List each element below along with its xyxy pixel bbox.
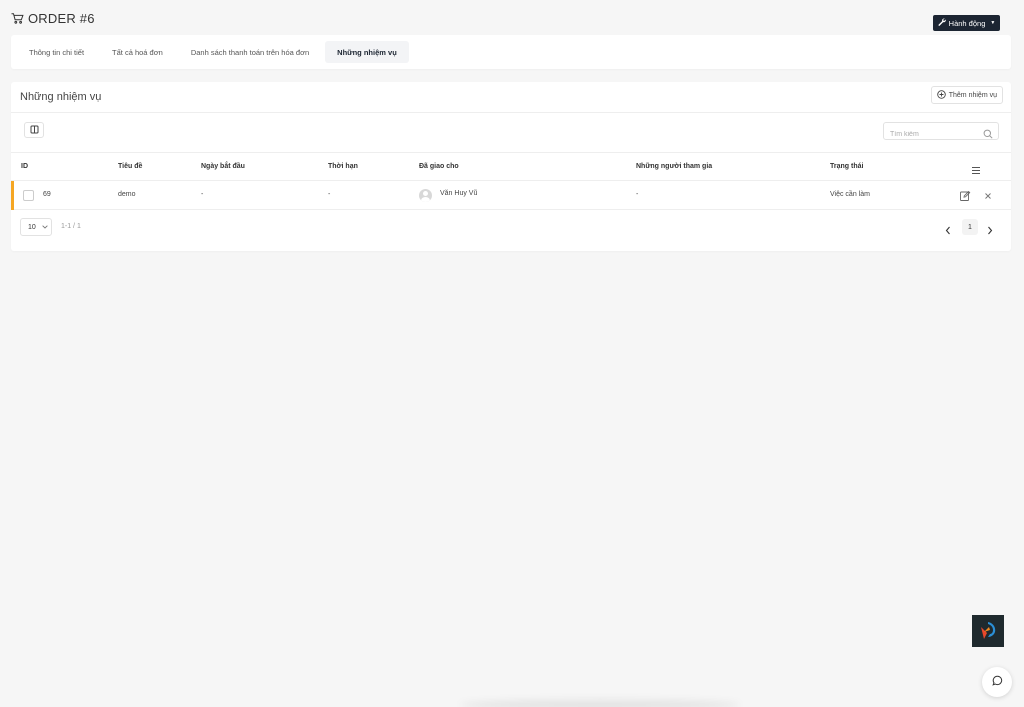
table-row[interactable]: 69 demo - - Văn Huy Vũ - Việc cần làm bbox=[11, 181, 1011, 210]
menu-icon[interactable] bbox=[971, 162, 981, 180]
table-header: ID Tiêu đề Ngày bắt đầu Thời hạn Đã giao… bbox=[11, 153, 1011, 181]
cell-assignee[interactable]: Văn Huy Vũ bbox=[440, 190, 477, 197]
edit-icon[interactable] bbox=[959, 189, 971, 201]
search-box bbox=[883, 122, 999, 143]
cell-title[interactable]: demo bbox=[118, 191, 136, 198]
column-header-id[interactable]: ID bbox=[21, 163, 28, 170]
avatar bbox=[419, 189, 432, 202]
close-icon[interactable] bbox=[982, 189, 994, 201]
column-header-status[interactable]: Trạng thái bbox=[830, 163, 863, 170]
bottom-shadow bbox=[460, 700, 740, 707]
pagination: 10 1-1 / 1 1 bbox=[11, 210, 1011, 248]
tab-tasks[interactable]: Những nhiệm vụ bbox=[325, 41, 409, 63]
page-size-select[interactable]: 10 bbox=[20, 218, 52, 236]
tabs-bar: Thông tin chi tiết Tất cả hoá đơn Danh s… bbox=[11, 35, 1011, 69]
page-info: 1-1 / 1 bbox=[61, 223, 81, 230]
brand-logo bbox=[972, 615, 1004, 647]
page-title: ORDER #6 bbox=[28, 11, 95, 26]
cell-id: 69 bbox=[43, 191, 51, 198]
plus-circle-icon bbox=[937, 89, 946, 101]
add-task-label: Thêm nhiệm vụ bbox=[948, 91, 997, 99]
page-size-value: 10 bbox=[28, 223, 36, 231]
cell-start-date: - bbox=[201, 191, 204, 198]
wrench-icon bbox=[938, 18, 946, 28]
cell-status: Việc cần làm bbox=[830, 191, 870, 198]
caret-down-icon: ▼ bbox=[990, 20, 996, 26]
priority-marker bbox=[11, 181, 14, 210]
action-button-label: Hành động bbox=[948, 18, 986, 28]
card-header: Những nhiệm vụ Thêm nhiệm vụ bbox=[11, 82, 1011, 113]
search-input[interactable] bbox=[884, 126, 979, 143]
chevron-down-icon bbox=[42, 224, 48, 231]
column-header-title[interactable]: Tiêu đề bbox=[118, 163, 142, 170]
card-title: Những nhiệm vụ bbox=[20, 91, 102, 103]
column-toggle-button[interactable] bbox=[24, 122, 44, 138]
column-header-participants[interactable]: Những người tham gia bbox=[636, 163, 712, 170]
column-header-start-date[interactable]: Ngày bắt đầu bbox=[201, 163, 245, 170]
column-header-deadline[interactable]: Thời hạn bbox=[328, 163, 358, 170]
page-number-button[interactable]: 1 bbox=[962, 219, 978, 235]
tasks-card: Những nhiệm vụ Thêm nhiệm vụ ID Tiêu đề … bbox=[11, 82, 1011, 251]
cart-icon bbox=[11, 13, 24, 24]
chat-icon bbox=[991, 673, 1003, 691]
tab-invoice-payments[interactable]: Danh sách thanh toán trên hóa đơn bbox=[179, 41, 321, 63]
cell-participants: - bbox=[636, 191, 639, 198]
action-dropdown-button[interactable]: Hành động ▼ bbox=[933, 15, 1000, 31]
add-task-button[interactable]: Thêm nhiệm vụ bbox=[930, 86, 1003, 104]
table-toolbar bbox=[11, 113, 1011, 153]
search-icon bbox=[983, 126, 993, 144]
chevron-right-icon[interactable] bbox=[987, 222, 993, 240]
chat-button[interactable] bbox=[982, 667, 1012, 697]
tab-details[interactable]: Thông tin chi tiết bbox=[17, 41, 96, 63]
cell-deadline: - bbox=[328, 191, 331, 198]
column-header-assignee[interactable]: Đã giao cho bbox=[419, 163, 459, 170]
row-checkbox[interactable] bbox=[23, 190, 34, 201]
chevron-left-icon[interactable] bbox=[945, 222, 951, 240]
columns-icon bbox=[30, 121, 39, 139]
page-header: ORDER #6 bbox=[11, 11, 95, 26]
tab-all-invoices[interactable]: Tất cả hoá đơn bbox=[100, 41, 175, 63]
